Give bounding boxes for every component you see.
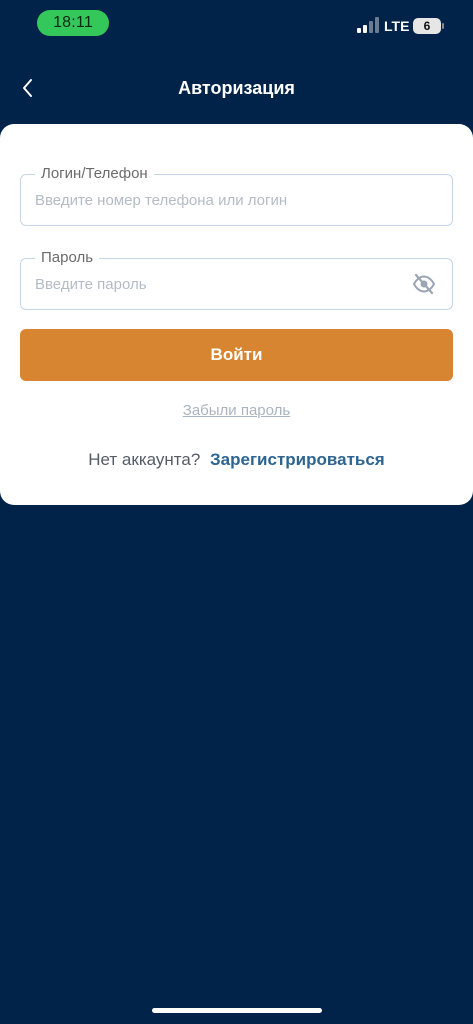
login-input[interactable]: [35, 175, 405, 225]
battery-icon: 6: [413, 18, 441, 34]
status-time: 18:11: [37, 10, 109, 36]
home-indicator[interactable]: [152, 1008, 322, 1013]
page-title: Авторизация: [178, 78, 295, 98]
login-card: Логин/Телефон Пароль Войти Забыли пароль…: [0, 124, 473, 505]
auth-screen: 18:11 LTE 6 Авторизация Логин/Телефон Па…: [0, 0, 473, 1024]
network-type: LTE: [384, 18, 410, 34]
login-field: Логин/Телефон: [20, 165, 453, 226]
password-field: Пароль: [20, 249, 453, 310]
eye-off-icon[interactable]: [412, 273, 436, 295]
cellular-signal-icon: [357, 17, 379, 33]
register-link[interactable]: Зарегистрироваться: [210, 450, 385, 469]
register-row: Нет аккаунта? Зарегистрироваться: [0, 449, 473, 471]
battery-cap: [442, 23, 444, 29]
no-account-text: Нет аккаунта?: [88, 450, 201, 469]
forgot-password-link[interactable]: Забыли пароль: [183, 402, 290, 419]
password-input[interactable]: [35, 259, 405, 309]
forgot-password-row: Забыли пароль: [0, 402, 473, 420]
login-button[interactable]: Войти: [20, 329, 453, 381]
